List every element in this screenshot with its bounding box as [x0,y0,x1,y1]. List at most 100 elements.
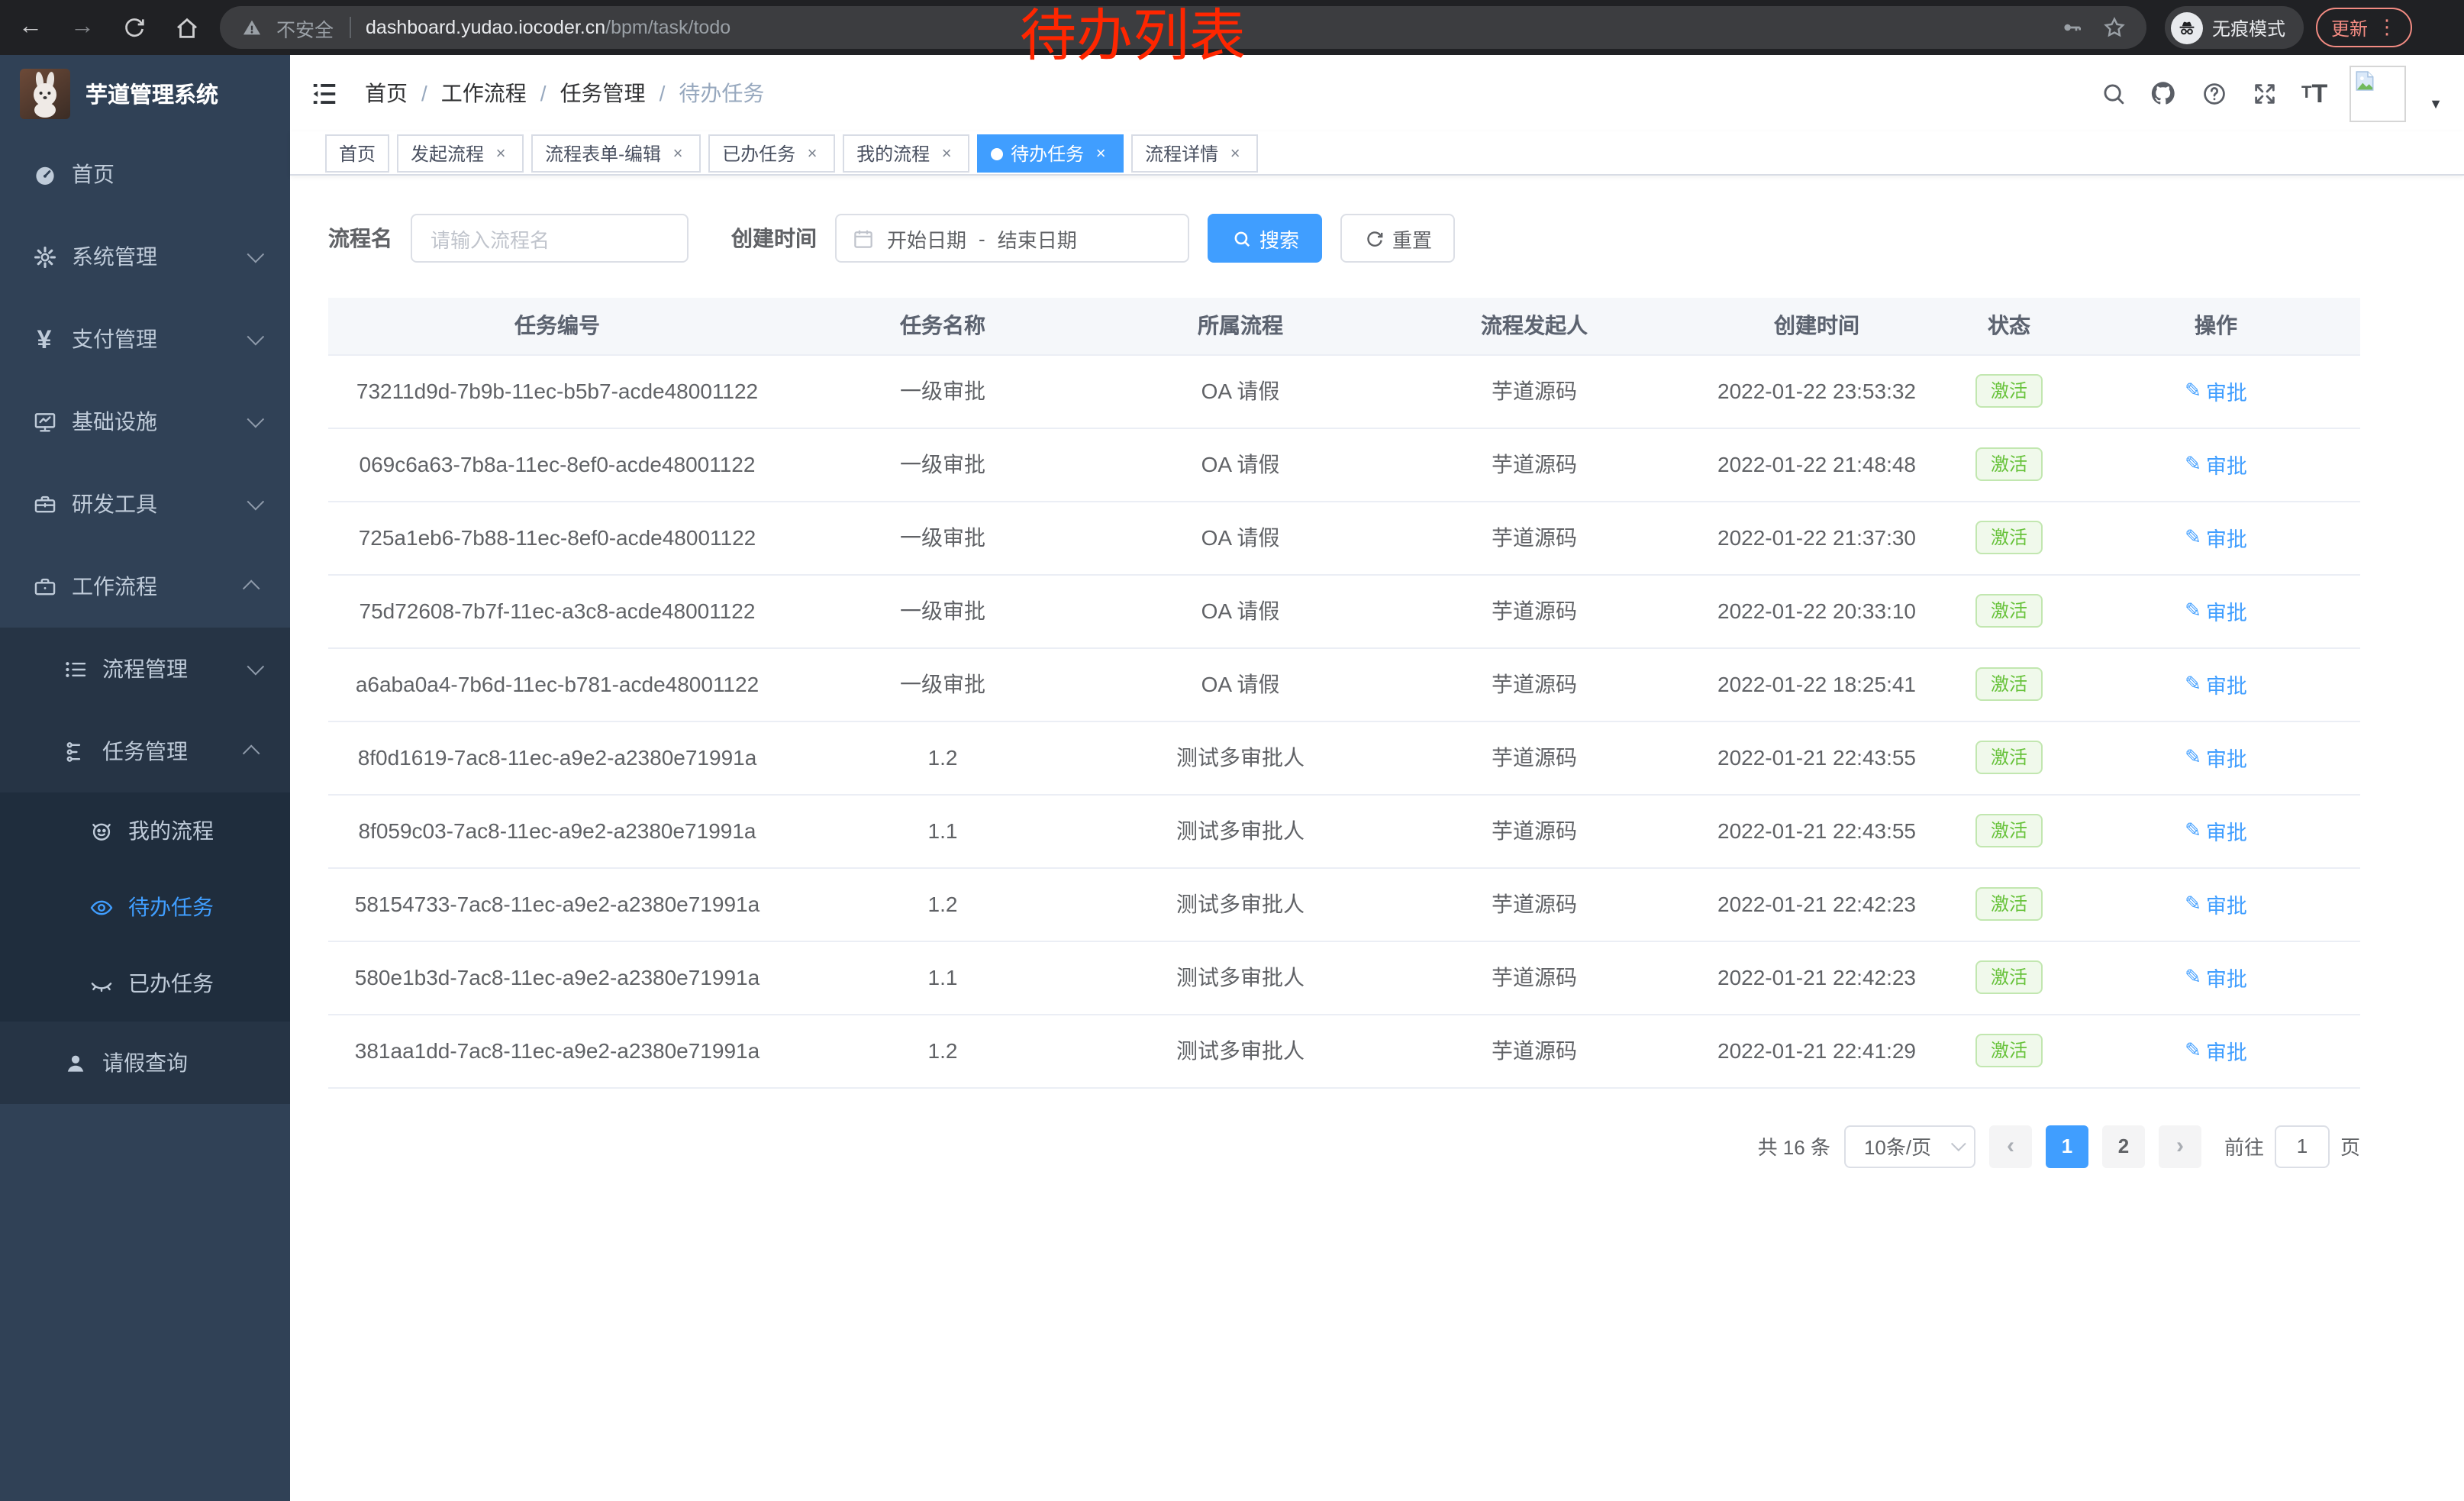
tab-我的流程[interactable]: 我的流程× [843,134,969,173]
approve-link[interactable]: ✎审批 [2185,962,2247,993]
starter: 芋道源码 [1492,379,1577,403]
fullscreen-icon[interactable] [2249,78,2279,108]
sidebar-item-待办任务[interactable]: 待办任务 [0,869,290,945]
breadcrumb-separator: / [660,81,666,105]
close-icon[interactable]: × [669,144,687,163]
created: 2022-01-21 22:42:23 [1717,965,1916,989]
page-button-1[interactable]: 1 [2046,1125,2088,1167]
help-icon[interactable] [2198,78,2229,108]
tab-首页[interactable]: 首页 [325,134,389,173]
column-header: 流程发起人 [1382,298,1687,354]
breadcrumb-item[interactable]: 任务管理 [560,78,646,108]
breadcrumb-item[interactable]: 首页 [365,78,408,108]
action-cell: ✎审批 [2072,867,2360,941]
sidebar-item-支付管理[interactable]: ¥支付管理 [0,298,290,380]
prev-page-button[interactable]: ‹ [1989,1125,2032,1167]
close-icon[interactable]: × [803,144,821,163]
edit-icon: ✎ [2185,599,2201,623]
next-page-button[interactable]: › [2159,1125,2201,1167]
sidebar-item-任务管理[interactable]: 任务管理 [0,710,290,792]
created: 2022-01-21 22:43:55 [1717,818,1916,843]
browser-back-icon[interactable]: ← [15,12,46,43]
sidebar-item-我的流程[interactable]: 我的流程 [0,792,290,869]
goto-page: 前往1页 [2224,1125,2360,1167]
update-label[interactable]: 更新 [2331,15,2368,40]
url-separator [349,17,350,38]
approve-link[interactable]: ✎审批 [2185,596,2247,626]
goto-page-input[interactable]: 1 [2275,1125,2330,1167]
browser-home-icon[interactable] [171,12,202,43]
process-name-input[interactable]: 请输入流程名 [411,214,689,263]
approve-link[interactable]: ✎审批 [2185,376,2247,406]
status-cell: 激活 [1946,647,2072,721]
browser-update-button[interactable]: 更新 ⋮ [2316,8,2412,47]
approve-link[interactable]: ✎审批 [2185,669,2247,699]
tab-流程详情[interactable]: 流程详情× [1131,134,1258,173]
security-label[interactable]: 不安全 [276,13,334,42]
close-icon[interactable]: × [492,144,510,163]
user-avatar[interactable] [2350,65,2406,121]
tab-待办任务[interactable]: 待办任务× [977,134,1124,173]
search-button[interactable]: 搜索 [1208,214,1322,263]
tab-bar: 首页发起流程×流程表单-编辑×已办任务×我的流程×待办任务×流程详情× [290,131,2464,176]
sidebar-item-工作流程[interactable]: 工作流程 [0,545,290,628]
avatar-caret-down-icon[interactable]: ▼ [2429,96,2443,111]
created-cell: 2022-01-22 21:37:30 [1687,501,1946,574]
status-badge: 激活 [1975,1034,2043,1067]
column-header: 任务编号 [328,298,786,354]
task-id: 58154733-7ac8-11ec-a9e2-a2380e71991a [355,892,760,916]
reset-button[interactable]: 重置 [1340,214,1455,263]
close-icon[interactable]: × [1092,144,1110,163]
tab-已办任务[interactable]: 已办任务× [708,134,835,173]
sidebar-collapse-icon[interactable] [310,78,340,108]
action-cell: ✎审批 [2072,721,2360,794]
starter: 芋道源码 [1492,452,1577,476]
github-icon[interactable] [2148,78,2179,108]
table-row: 069c6a63-7b8a-11ec-8ef0-acde48001122一级审批… [328,428,2360,501]
reset-refresh-icon [1363,228,1385,249]
sidebar-item-研发工具[interactable]: 研发工具 [0,463,290,545]
process-cell: OA 请假 [1099,647,1382,721]
sidebar-item-已办任务[interactable]: 已办任务 [0,945,290,1022]
created-cell: 2022-01-22 21:48:48 [1687,428,1946,501]
sidebar-item-系统管理[interactable]: 系统管理 [0,215,290,298]
edit-icon: ✎ [2185,745,2201,770]
search-icon[interactable] [2098,78,2128,108]
page-size-select[interactable]: 10条/页 [1844,1125,1975,1167]
approve-link[interactable]: ✎审批 [2185,742,2247,773]
browser-menu-icon[interactable]: ⋮ [2377,15,2397,40]
app-logo[interactable]: 芋道管理系统 [0,55,290,131]
tab-流程表单-编辑[interactable]: 流程表单-编辑× [531,134,701,173]
close-icon[interactable]: × [1226,144,1244,163]
breadcrumb-item[interactable]: 工作流程 [441,78,527,108]
sidebar-item-label: 基础设施 [72,406,157,437]
sidebar-item-label: 待办任务 [128,892,214,922]
sidebar-item-流程管理[interactable]: 流程管理 [0,628,290,710]
incognito-icon [2171,11,2203,44]
date-range-picker[interactable]: 开始日期 - 结束日期 [835,214,1189,263]
browser-forward-icon[interactable]: → [67,12,98,43]
approve-link[interactable]: ✎审批 [2185,449,2247,479]
approve-label: 审批 [2206,1035,2247,1066]
sidebar-item-首页[interactable]: 首页 [0,133,290,215]
approve-link[interactable]: ✎审批 [2185,815,2247,846]
approve-link[interactable]: ✎审批 [2185,889,2247,919]
page-button-2[interactable]: 2 [2102,1125,2145,1167]
task-name-cell: 1.2 [786,721,1099,794]
sidebar-item-基础设施[interactable]: 基础设施 [0,380,290,463]
tab-发起流程[interactable]: 发起流程× [397,134,524,173]
breadcrumb-separator: / [540,81,547,105]
process: 测试多审批人 [1176,892,1305,916]
not-secure-warning-icon [238,14,266,41]
created-cell: 2022-01-21 22:42:23 [1687,867,1946,941]
close-icon[interactable]: × [937,144,956,163]
font-size-icon[interactable]: TT [2299,78,2330,108]
dashboard-icon [31,160,58,188]
bookmark-star-icon[interactable] [2101,14,2128,41]
status-badge: 激活 [1975,741,2043,774]
approve-link[interactable]: ✎审批 [2185,522,2247,553]
browser-reload-icon[interactable] [119,12,150,43]
sidebar-item-请假查询[interactable]: 请假查询 [0,1022,290,1104]
approve-link[interactable]: ✎审批 [2185,1035,2247,1066]
password-key-icon[interactable] [2058,14,2085,41]
